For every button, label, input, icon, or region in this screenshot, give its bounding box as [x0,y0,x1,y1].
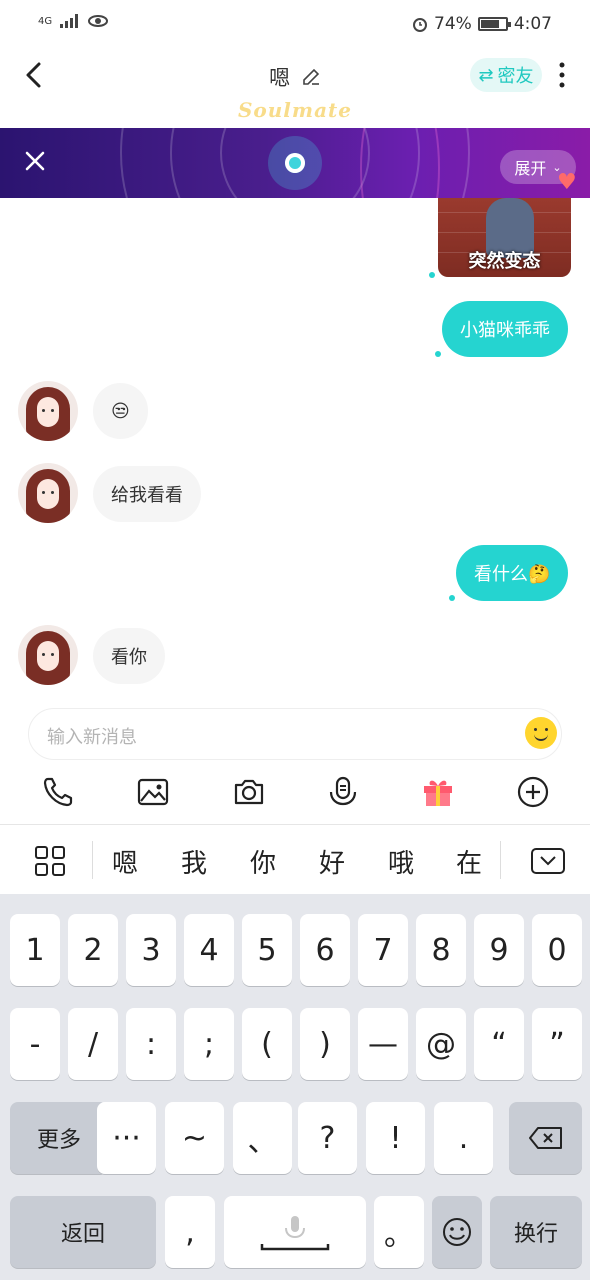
key[interactable]: 2 [68,914,118,986]
status-time: 4:07 [513,14,552,34]
camera-icon[interactable] [231,774,267,810]
key[interactable]: 。 [374,1196,424,1268]
sent-indicator [429,272,435,278]
voice-icon[interactable] [325,774,361,810]
gift-icon[interactable] [420,774,456,810]
message-input[interactable]: 输入新消息 [28,708,562,760]
candidate-bar: 嗯 我 你 好 哦 在 [0,824,590,894]
message-bubble-in[interactable]: 给我看看 [93,466,201,522]
key[interactable]: ; [184,1008,234,1080]
key[interactable]: ~ [165,1102,224,1174]
candidate-word[interactable]: 好 [319,843,345,880]
key[interactable]: — [358,1008,408,1080]
key[interactable]: ··· [97,1102,156,1174]
return-key[interactable]: 返回 [10,1196,156,1268]
close-friend-label: 密友 [497,66,534,87]
key[interactable]: 0 [532,914,582,986]
message-bubble-out[interactable]: 小猫咪乖乖 [442,301,568,357]
key[interactable]: ( [242,1008,292,1080]
close-banner-icon[interactable] [24,150,46,172]
key[interactable]: - [10,1008,60,1080]
eye-icon [88,15,109,27]
more-menu-icon[interactable] [555,60,569,90]
sticker-image[interactable]: 突然变态 [438,198,571,277]
backspace-key[interactable] [509,1102,582,1174]
expand-label: 展开 [514,159,547,178]
key[interactable]: “ [474,1008,524,1080]
sent-indicator [435,351,441,357]
message-bubble-out[interactable]: 看什么🤔 [456,545,569,601]
candidate-word[interactable]: 我 [181,843,207,880]
candidate-word[interactable]: 你 [250,843,276,880]
key[interactable]: 3 [126,914,176,986]
avatar[interactable] [18,381,78,441]
key[interactable]: ? [298,1102,357,1174]
battery-percent: 74% [434,14,472,34]
backspace-icon [528,1127,562,1149]
alarm-icon [413,18,428,32]
edit-icon[interactable] [301,67,321,87]
key[interactable]: 6 [300,914,350,986]
chat-toolbar [0,766,590,818]
emoji-key[interactable] [432,1196,482,1268]
candidate-word[interactable]: 哦 [388,843,414,880]
newline-key[interactable]: 换行 [490,1196,582,1268]
battery-icon [477,17,511,31]
signal-icon [60,14,79,28]
key[interactable]: , [165,1196,215,1268]
key[interactable]: 4 [184,914,234,986]
soulmate-logo: Soulmate [237,98,352,122]
key[interactable]: 9 [474,914,524,986]
message-bubble-in[interactable]: 😒 [93,383,148,439]
hide-keyboard-icon[interactable] [530,847,566,875]
message-bubble-in[interactable]: 看你 [93,628,165,684]
space-key[interactable] [224,1196,366,1268]
status-bar: 4G 74% 4:07 [0,0,590,50]
message-input-placeholder: 输入新消息 [47,727,137,748]
plus-icon[interactable] [515,774,551,810]
key[interactable]: . [434,1102,493,1174]
radar-dot [268,136,322,190]
message-text: 小猫咪乖乖 [460,320,550,341]
network-indicator: 4G [38,15,53,27]
key[interactable]: 、 [233,1102,292,1174]
sticker-caption: 突然变态 [468,251,541,272]
heart-icon[interactable]: ♥ [557,170,577,195]
avatar[interactable] [18,625,78,685]
avatar[interactable] [18,463,78,523]
key[interactable]: ” [532,1008,582,1080]
microphone-icon [260,1216,330,1251]
chat-title-text: 嗯 [269,66,291,90]
keyboard: 1 2 3 4 5 6 7 8 9 0 - / : ; ( ) — @ “ ” … [0,894,590,1280]
emoji-icon [443,1218,471,1246]
message-text: 看什么🤔 [474,564,551,585]
image-icon[interactable] [135,774,171,810]
key[interactable]: ) [300,1008,350,1080]
message-text: 给我看看 [111,485,183,506]
key[interactable]: 8 [416,914,466,986]
key[interactable]: 1 [10,914,60,986]
swap-icon: ⇄ [478,64,494,86]
sent-indicator [449,595,455,601]
key[interactable]: 7 [358,914,408,986]
close-friend-button[interactable]: ⇄ 密友 [470,58,542,92]
candidate-word[interactable]: 在 [456,843,482,880]
key[interactable]: 5 [242,914,292,986]
message-text: 😒 [111,400,130,422]
phone-icon[interactable] [40,774,76,810]
key[interactable]: / [68,1008,118,1080]
message-text: 看你 [111,647,147,668]
key[interactable]: ! [366,1102,425,1174]
key[interactable]: @ [416,1008,466,1080]
candidate-word[interactable]: 嗯 [112,843,138,880]
chat-header: 嗯 ⇄ 密友 Soulmate [0,50,590,126]
emoji-icon[interactable] [525,717,557,749]
grid-menu-icon[interactable] [34,845,66,877]
more-symbols-key[interactable]: 更多 [10,1102,108,1174]
key[interactable]: : [126,1008,176,1080]
